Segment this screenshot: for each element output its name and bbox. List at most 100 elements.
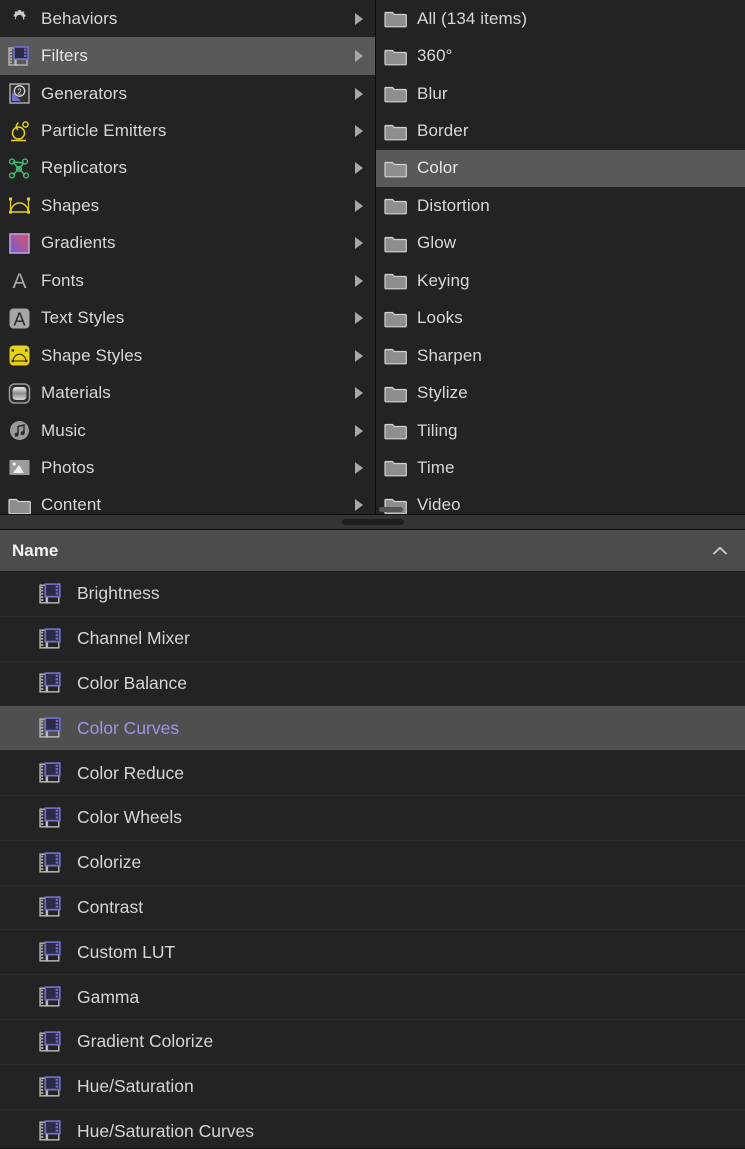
sidebar-item-shapes[interactable]: Shapes — [0, 187, 375, 224]
subcategory-item-sharpen[interactable]: Sharpen — [376, 337, 745, 374]
sidebar-item-label: Behaviors — [41, 8, 118, 28]
sidebar-item-label: Photos — [41, 457, 95, 477]
disclosure-triangle-icon[interactable] — [355, 312, 363, 325]
particle-emitter-icon — [7, 119, 32, 144]
column-header-name[interactable]: Name — [12, 541, 58, 561]
subcategory-item-label: Color — [417, 158, 459, 178]
disclosure-triangle-icon[interactable] — [355, 499, 363, 512]
list-item[interactable]: Colorize — [0, 841, 745, 886]
sidebar-item-music[interactable]: Music — [0, 412, 375, 449]
disclosure-triangle-icon[interactable] — [355, 50, 363, 63]
disclosure-triangle-icon[interactable] — [355, 162, 363, 175]
filter-subcategories-panel[interactable]: All (134 items) 360° Blur Border Color Distor… — [375, 0, 745, 514]
list-item-label: Color Curves — [77, 717, 180, 738]
disclosure-triangle-icon[interactable] — [355, 87, 363, 100]
filter-film-icon — [38, 581, 64, 607]
subcategory-item-looks[interactable]: Looks — [376, 300, 745, 337]
subcategory-item-label: Blur — [417, 83, 448, 103]
list-item[interactable]: Hue/Saturation — [0, 1065, 745, 1110]
folder-icon — [383, 306, 408, 331]
subcategory-item-stylize[interactable]: Stylize — [376, 374, 745, 411]
sidebar-item-text-styles[interactable]: A Text Styles — [0, 300, 375, 337]
sidebar-item-label: Text Styles — [41, 308, 125, 328]
list-column-header[interactable]: Name — [0, 530, 745, 572]
sidebar-item-label: Materials — [41, 383, 111, 403]
subcategory-item-360[interactable]: 360° — [376, 37, 745, 74]
subcategory-item-border[interactable]: Border — [376, 112, 745, 149]
list-item[interactable]: Color Curves — [0, 706, 745, 752]
subcategory-item-blur[interactable]: Blur — [376, 75, 745, 112]
list-item[interactable]: Contrast — [0, 886, 745, 931]
list-item[interactable]: Gradient Colorize — [0, 1020, 745, 1065]
subcategory-item-label: Border — [417, 121, 469, 141]
disclosure-triangle-icon[interactable] — [355, 387, 363, 400]
sidebar-item-photos[interactable]: Photos — [0, 449, 375, 486]
filter-film-icon — [38, 760, 64, 786]
list-item[interactable]: Color Wheels — [0, 796, 745, 841]
list-item[interactable]: Brightness — [0, 572, 745, 617]
text-style-icon: A — [7, 306, 32, 331]
material-icon — [7, 381, 32, 406]
sidebar-item-behaviors[interactable]: Behaviors — [0, 0, 375, 37]
disclosure-triangle-icon[interactable] — [355, 349, 363, 362]
sidebar-item-filters[interactable]: Filters — [0, 37, 375, 75]
subcategory-item-distortion[interactable]: Distortion — [376, 187, 745, 224]
subcategory-item-label: Glow — [417, 233, 457, 253]
sidebar-item-materials[interactable]: Materials — [0, 374, 375, 411]
folder-icon — [383, 193, 408, 218]
shape-icon — [7, 193, 32, 218]
subcategory-item-label: Distortion — [417, 195, 490, 215]
list-item-label: Gamma — [77, 986, 140, 1007]
sidebar-item-particle-emitters[interactable]: Particle Emitters — [0, 112, 375, 149]
disclosure-triangle-icon[interactable] — [355, 274, 363, 287]
disclosure-triangle-icon[interactable] — [355, 125, 363, 138]
subcategory-item-color[interactable]: Color — [376, 149, 745, 188]
filter-film-icon — [38, 670, 64, 696]
generator-icon: 2 — [7, 81, 32, 106]
shape-style-icon — [7, 343, 32, 368]
disclosure-triangle-icon[interactable] — [355, 199, 363, 212]
subcategory-item-glow[interactable]: Glow — [376, 225, 745, 262]
list-item[interactable]: Color Balance — [0, 662, 745, 707]
subcategory-item-time[interactable]: Time — [376, 449, 745, 486]
library-top-split: Behaviors Filters 2 Generators Particle Emit… — [0, 0, 745, 514]
subcategory-item-all-134-items[interactable]: All (134 items) — [376, 0, 745, 37]
panel-resize-handle[interactable] — [0, 514, 745, 530]
folder-icon — [383, 418, 408, 443]
sidebar-item-shape-styles[interactable]: Shape Styles — [0, 337, 375, 374]
subcategory-item-label: Keying — [417, 270, 470, 290]
sidebar-item-label: Filters — [41, 46, 88, 66]
folder-icon — [383, 6, 408, 31]
list-item[interactable]: Color Reduce — [0, 751, 745, 796]
horizontal-scrollbar[interactable] — [376, 505, 745, 514]
library-categories-panel[interactable]: Behaviors Filters 2 Generators Particle Emit… — [0, 0, 375, 514]
sidebar-item-gradients[interactable]: Gradients — [0, 225, 375, 262]
horizontal-scrollbar-thumb[interactable] — [379, 507, 403, 512]
subcategory-item-tiling[interactable]: Tiling — [376, 412, 745, 449]
disclosure-triangle-icon[interactable] — [355, 12, 363, 25]
sidebar-item-fonts[interactable]: A Fonts — [0, 262, 375, 299]
filter-results-list[interactable]: Brightness Channel Mixer Color Balance Colo… — [0, 572, 745, 1149]
list-item[interactable]: Custom LUT — [0, 930, 745, 976]
subcategory-item-label: All (134 items) — [417, 8, 528, 28]
sidebar-item-generators[interactable]: 2 Generators — [0, 75, 375, 112]
disclosure-triangle-icon[interactable] — [355, 237, 363, 250]
sidebar-item-replicators[interactable]: Replicators — [0, 150, 375, 187]
list-item-label: Colorize — [77, 852, 142, 873]
replicator-icon — [7, 156, 32, 181]
list-item[interactable]: Hue/Saturation Curves — [0, 1110, 745, 1149]
list-item[interactable]: Channel Mixer — [0, 617, 745, 662]
disclosure-triangle-icon[interactable] — [355, 424, 363, 437]
svg-text:A: A — [12, 270, 26, 293]
sidebar-item-content[interactable]: Content — [0, 487, 375, 514]
sidebar-item-label: Music — [41, 420, 86, 440]
sidebar-item-label: Fonts — [41, 270, 85, 290]
resize-grip[interactable] — [341, 519, 404, 525]
subcategory-item-keying[interactable]: Keying — [376, 262, 745, 299]
disclosure-triangle-icon[interactable] — [355, 461, 363, 474]
list-item[interactable]: Gamma — [0, 975, 745, 1020]
chevron-up-icon[interactable] — [713, 546, 727, 555]
filter-film-icon — [38, 1029, 64, 1055]
sidebar-item-label: Generators — [41, 83, 128, 103]
subcategory-item-label: 360° — [417, 46, 453, 66]
